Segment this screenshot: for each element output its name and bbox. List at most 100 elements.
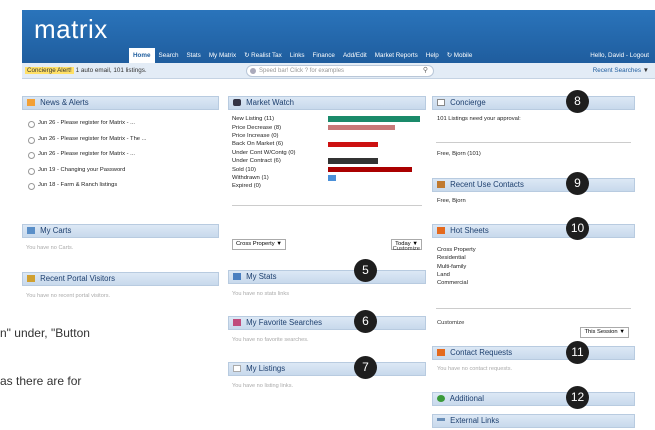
- favorite-searches-panel: My Favorite Searches You have no favorit…: [228, 316, 426, 350]
- nav-finance[interactable]: Finance: [309, 48, 339, 63]
- callout-6: 6: [354, 310, 377, 333]
- my-stats-header: My Stats: [228, 270, 426, 284]
- market-watch-row[interactable]: Sold (10): [232, 165, 422, 173]
- cut-off-text-line2: as there are for: [0, 374, 82, 388]
- nav-realist-tax-label: Realist Tax: [251, 52, 282, 59]
- my-carts-empty: You have no Carts.: [26, 245, 74, 251]
- hot-sheet-item[interactable]: Commercial: [437, 279, 630, 287]
- market-watch-row[interactable]: Back On Market (6): [232, 140, 422, 148]
- additional-panel: Additional: [432, 392, 635, 406]
- nav-add-edit[interactable]: Add/Edit: [339, 48, 371, 63]
- document-icon: [233, 365, 241, 372]
- news-alerts-title: News & Alerts: [40, 98, 89, 107]
- external-link-icon: ↻: [244, 52, 250, 59]
- nav-realist-tax[interactable]: ↻ Realist Tax: [240, 48, 286, 63]
- hot-sheet-item[interactable]: Multi-family: [437, 263, 630, 271]
- hot-sheets-period-select[interactable]: This Session ▼: [580, 327, 629, 338]
- market-watch-row[interactable]: Withdrawn (1): [232, 174, 422, 182]
- market-watch-bar[interactable]: [328, 141, 379, 148]
- contact-requests-panel: Contact Requests You have no contact req…: [432, 346, 635, 380]
- contact-requests-header: Contact Requests: [432, 346, 635, 360]
- news-item[interactable]: Jun 18 - Farm & Ranch listings: [22, 178, 219, 194]
- hot-sheets-panel: Hot Sheets Cross Property Residential Mu…: [432, 224, 635, 338]
- concierge-alert-text: 1 auto email, 101 listings.: [75, 67, 147, 74]
- favorites-icon: [233, 319, 241, 326]
- user-logout-link[interactable]: Hello, David - Logout: [590, 48, 649, 63]
- hot-sheet-item[interactable]: Land: [437, 271, 630, 279]
- speedbar-placeholder: Speed bar! Click ? for examples: [259, 68, 345, 74]
- car-icon: [233, 99, 241, 106]
- nav-search[interactable]: Search: [155, 48, 183, 63]
- market-watch-bar[interactable]: [328, 175, 337, 181]
- market-watch-row[interactable]: Price Increase (0): [232, 132, 422, 140]
- portal-visitors-panel: Recent Portal Visitors You have no recen…: [22, 272, 219, 308]
- nav-mobile[interactable]: ↻ Mobile: [443, 48, 477, 63]
- nav-home[interactable]: Home: [129, 48, 155, 63]
- nav-help[interactable]: Help: [422, 48, 443, 63]
- matrix-logo[interactable]: matrix: [34, 14, 108, 45]
- market-watch-label: Back On Market (6): [232, 141, 284, 148]
- callout-11: 11: [566, 341, 589, 364]
- favorite-searches-title: My Favorite Searches: [246, 318, 323, 327]
- recent-searches-label: Recent Searches: [592, 67, 642, 74]
- external-links-header[interactable]: External Links: [432, 414, 635, 428]
- my-carts-header: My Carts: [22, 224, 219, 238]
- market-watch-label: Price Decrease (8): [232, 124, 282, 131]
- hot-sheets-title: Hot Sheets: [450, 226, 489, 235]
- concierge-approval-text[interactable]: 101 Listings need your approval:: [432, 110, 635, 128]
- callout-8: 8: [566, 90, 589, 113]
- news-item[interactable]: Jun 26 - Please register for Matrix - ..…: [22, 116, 219, 132]
- news-item[interactable]: Jun 26 - Please register for Matrix - ..…: [22, 147, 219, 163]
- market-watch-bar[interactable]: [328, 158, 379, 164]
- market-watch-bar[interactable]: [328, 166, 412, 173]
- hot-sheets-period-label: This Session: [584, 329, 618, 335]
- speedbar-icon: [250, 68, 256, 74]
- concierge-contact[interactable]: Free, Bjorn (101): [432, 143, 635, 157]
- news-item[interactable]: Jun 26 - Please register for Matrix - Th…: [22, 132, 219, 148]
- concierge-alert[interactable]: Concierge Alert! 1 auto email, 101 listi…: [22, 65, 150, 77]
- news-item[interactable]: Jun 19 - Changing your Password: [22, 163, 219, 179]
- search-icon[interactable]: ⚲: [423, 66, 428, 76]
- contact-request-icon: [437, 349, 445, 356]
- my-carts-title: My Carts: [40, 226, 72, 235]
- recent-contact-item[interactable]: Free, Bjorn: [432, 192, 635, 210]
- speed-bar-input[interactable]: Speed bar! Click ? for examples ⚲: [246, 65, 434, 77]
- market-watch-label: Withdrawn (1): [232, 174, 269, 181]
- plus-icon: [437, 395, 445, 402]
- property-type-select[interactable]: Cross Property ▼: [232, 239, 287, 250]
- hot-sheet-item[interactable]: Cross Property: [437, 246, 630, 254]
- nav-links[interactable]: Links: [286, 48, 309, 63]
- my-listings-title: My Listings: [246, 364, 286, 373]
- contact-requests-empty: You have no contact requests.: [437, 366, 513, 372]
- divider: [232, 204, 422, 206]
- chevron-down-icon: ▼: [619, 329, 625, 335]
- favorite-searches-empty: You have no favorite searches.: [232, 337, 309, 343]
- concierge-icon: [437, 99, 445, 106]
- chevron-down-icon: ▼: [276, 241, 283, 247]
- market-watch-label: Under Contract (6): [232, 158, 281, 165]
- link-icon: [437, 418, 445, 421]
- market-watch-bar[interactable]: [328, 116, 420, 122]
- market-watch-row[interactable]: New Listing (11): [232, 115, 422, 123]
- market-watch-row[interactable]: Expired (0): [232, 182, 422, 190]
- nav-market-reports[interactable]: Market Reports: [371, 48, 422, 63]
- callout-7: 7: [354, 356, 377, 379]
- hot-sheets-customize-link[interactable]: Customize: [437, 320, 464, 326]
- market-watch-row[interactable]: Under Contract (6): [232, 157, 422, 165]
- callout-9: 9: [566, 172, 589, 195]
- callout-10: 10: [566, 217, 589, 240]
- additional-header[interactable]: Additional: [432, 392, 635, 406]
- nav-my-matrix[interactable]: My Matrix: [205, 48, 240, 63]
- top-header: matrix Home Search Stats My Matrix ↻ Rea…: [22, 10, 655, 63]
- market-watch-row[interactable]: Under Cont W/Contg (0): [232, 149, 422, 157]
- recent-searches-dropdown[interactable]: Recent Searches ▼: [593, 65, 649, 77]
- customize-link[interactable]: Customize: [393, 246, 420, 252]
- nav-stats[interactable]: Stats: [182, 48, 204, 63]
- hot-sheet-item[interactable]: Residential: [437, 254, 630, 262]
- my-listings-panel: My Listings You have no listing links.: [228, 362, 426, 396]
- sub-toolbar: Concierge Alert! 1 auto email, 101 listi…: [22, 63, 655, 79]
- external-links-panel: External Links: [432, 414, 635, 428]
- external-links-title: External Links: [450, 416, 500, 425]
- market-watch-row[interactable]: Price Decrease (8): [232, 123, 422, 131]
- market-watch-bar[interactable]: [328, 124, 395, 131]
